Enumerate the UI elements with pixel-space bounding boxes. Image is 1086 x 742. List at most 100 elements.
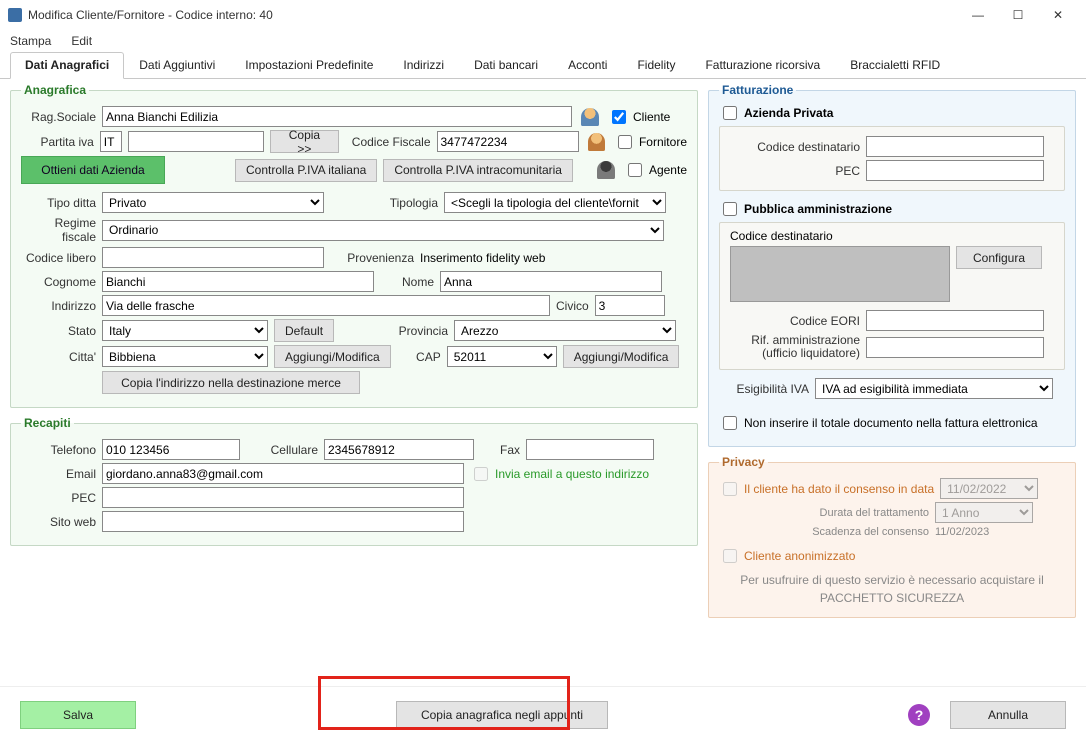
select-tipo-ditta[interactable]: Privato xyxy=(102,192,324,213)
input-email[interactable] xyxy=(102,463,464,484)
label-civico: Civico xyxy=(556,299,589,313)
tab-acconti[interactable]: Acconti xyxy=(553,52,622,78)
group-anagrafica: Anagrafica Rag.Sociale Cliente Partita i… xyxy=(10,83,698,408)
checkbox-non-inserire-totale[interactable]: Non inserire il totale documento nella f… xyxy=(719,413,1038,433)
tab-impostazioni[interactable]: Impostazioni Predefinite xyxy=(230,52,388,78)
select-tipologia[interactable]: <Scegli la tipologia del cliente\fornit xyxy=(444,192,666,213)
group-privacy: Privacy Il cliente ha dato il consenso i… xyxy=(708,455,1076,618)
checkbox-azienda-privata[interactable]: Azienda Privata xyxy=(719,103,1065,123)
supplier-icon xyxy=(588,133,605,151)
person-icon xyxy=(581,108,599,126)
value-scadenza: 11/02/2023 xyxy=(935,526,989,538)
button-controlla-piva-intra[interactable]: Controlla P.IVA intracomunitaria xyxy=(383,159,573,182)
input-fax[interactable] xyxy=(526,439,654,460)
select-stato[interactable]: Italy xyxy=(102,320,268,341)
minimize-button[interactable]: — xyxy=(958,1,998,29)
select-regime[interactable]: Ordinario xyxy=(102,220,664,241)
tab-fidelity[interactable]: Fidelity xyxy=(622,52,690,78)
close-button[interactable]: ✕ xyxy=(1038,1,1078,29)
input-indirizzo[interactable] xyxy=(102,295,550,316)
input-rif-amm[interactable] xyxy=(866,337,1044,358)
tab-bar: Dati Anagrafici Dati Aggiuntivi Impostaz… xyxy=(0,52,1086,79)
input-codice-eori[interactable] xyxy=(866,310,1044,331)
button-configura[interactable]: Configura xyxy=(956,246,1042,269)
app-icon xyxy=(8,8,22,22)
input-codice-fiscale[interactable] xyxy=(437,131,579,152)
footer: Salva Copia anagrafica negli appunti ? A… xyxy=(0,686,1086,742)
select-cap[interactable]: 52011 xyxy=(447,346,557,367)
input-cellulare[interactable] xyxy=(324,439,474,460)
window-title: Modifica Cliente/Fornitore - Codice inte… xyxy=(28,8,958,22)
button-salva[interactable]: Salva xyxy=(20,701,136,729)
input-codice-dest[interactable] xyxy=(866,136,1044,157)
label-cognome: Cognome xyxy=(21,275,96,289)
input-pec[interactable] xyxy=(102,487,464,508)
select-citta[interactable]: Bibbiena xyxy=(102,346,268,367)
button-copia-piva[interactable]: Copia >> xyxy=(270,130,339,153)
tab-indirizzi[interactable]: Indirizzi xyxy=(388,52,459,78)
checkbox-fornitore[interactable]: Fornitore xyxy=(614,132,687,152)
tab-dati-aggiuntivi[interactable]: Dati Aggiuntivi xyxy=(124,52,230,78)
group-fatturazione: Fatturazione Azienda Privata Codice dest… xyxy=(708,83,1076,447)
input-piva-prefix[interactable] xyxy=(100,131,122,152)
menu-stampa[interactable]: Stampa xyxy=(10,34,51,48)
input-piva[interactable] xyxy=(128,131,264,152)
button-annulla[interactable]: Annulla xyxy=(950,701,1066,729)
button-aggiungi-cap[interactable]: Aggiungi/Modifica xyxy=(563,345,680,368)
label-codice-dest: Codice destinatario xyxy=(730,140,860,154)
label-indirizzo: Indirizzo xyxy=(21,299,96,313)
label-codice-fiscale: Codice Fiscale xyxy=(345,135,430,149)
input-codice-libero[interactable] xyxy=(102,247,324,268)
help-icon[interactable]: ? xyxy=(908,704,930,726)
label-pec-fatt: PEC xyxy=(730,164,860,178)
label-citta: Citta' xyxy=(21,350,96,364)
select-durata: 1 Anno xyxy=(935,502,1033,523)
tab-dati-anagrafici[interactable]: Dati Anagrafici xyxy=(10,52,124,79)
input-pec-fatt[interactable] xyxy=(866,160,1044,181)
checkbox-agente[interactable]: Agente xyxy=(624,160,687,180)
privacy-info: Per usufruire di questo servizio è neces… xyxy=(719,572,1065,607)
checkbox-anonimizzato[interactable]: Cliente anonimizzato xyxy=(719,546,855,566)
label-tipologia: Tipologia xyxy=(330,196,438,210)
select-provincia[interactable]: Arezzo xyxy=(454,320,676,341)
button-aggiungi-citta[interactable]: Aggiungi/Modifica xyxy=(274,345,391,368)
checkbox-consenso[interactable]: Il cliente ha dato il consenso in data xyxy=(719,479,934,499)
input-civico[interactable] xyxy=(595,295,665,316)
tab-braccialetti[interactable]: Braccialetti RFID xyxy=(835,52,955,78)
button-copia-anagrafica[interactable]: Copia anagrafica negli appunti xyxy=(396,701,608,729)
label-cap: CAP xyxy=(397,350,441,364)
input-nome[interactable] xyxy=(440,271,662,292)
select-esigibilita[interactable]: IVA ad esigibilità immediata xyxy=(815,378,1053,399)
input-cognome[interactable] xyxy=(102,271,374,292)
value-provenienza: Inserimento fidelity web xyxy=(420,251,545,265)
label-partita-iva: Partita iva xyxy=(21,135,94,149)
group-recapiti: Recapiti Telefono Cellulare Fax Email In… xyxy=(10,416,698,546)
input-telefono[interactable] xyxy=(102,439,240,460)
legend-recapiti: Recapiti xyxy=(21,416,74,430)
label-nome: Nome xyxy=(380,275,434,289)
input-sito[interactable] xyxy=(102,511,464,532)
button-default-stato[interactable]: Default xyxy=(274,319,334,342)
label-durata: Durata del trattamento xyxy=(719,507,929,519)
menu-edit[interactable]: Edit xyxy=(71,34,92,48)
checkbox-cliente[interactable]: Cliente xyxy=(608,107,670,127)
label-rif-amm: Rif. amministrazione(ufficio liquidatore… xyxy=(730,334,860,360)
tab-dati-bancari[interactable]: Dati bancari xyxy=(459,52,553,78)
agent-icon xyxy=(597,161,615,179)
select-consenso-data: 11/02/2022 xyxy=(940,478,1038,499)
label-stato: Stato xyxy=(21,324,96,338)
input-rag-sociale[interactable] xyxy=(102,106,572,127)
label-telefono: Telefono xyxy=(21,443,96,457)
label-sito: Sito web xyxy=(21,515,96,529)
label-scadenza: Scadenza del consenso xyxy=(719,526,929,538)
legend-fatturazione: Fatturazione xyxy=(719,83,796,97)
button-ottieni-dati[interactable]: Ottieni dati Azienda xyxy=(21,156,165,184)
button-copia-indirizzo[interactable]: Copia l'indirizzo nella destinazione mer… xyxy=(102,371,360,394)
label-regime: Regime fiscale xyxy=(21,216,96,244)
maximize-button[interactable]: ☐ xyxy=(998,1,1038,29)
checkbox-pubblica-amm[interactable]: Pubblica amministrazione xyxy=(719,199,1065,219)
checkbox-invia-email[interactable]: Invia email a questo indirizzo xyxy=(470,464,649,484)
button-controlla-piva-it[interactable]: Controlla P.IVA italiana xyxy=(235,159,377,182)
tab-fatturazione-ricorsiva[interactable]: Fatturazione ricorsiva xyxy=(690,52,835,78)
label-esigibilita: Esigibilità IVA xyxy=(719,382,809,396)
